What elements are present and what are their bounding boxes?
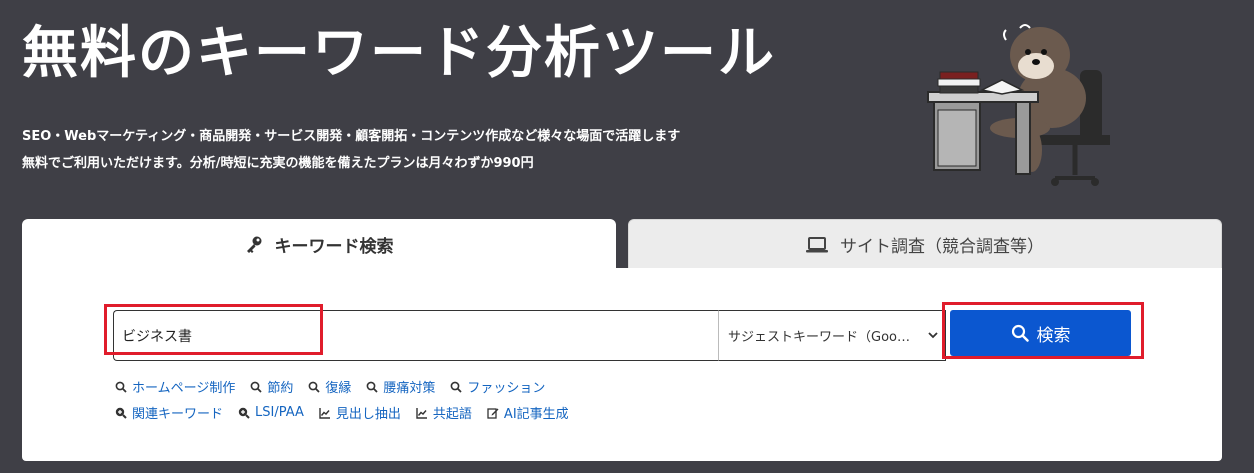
quick-link-saving[interactable]: 節約 xyxy=(250,377,293,396)
search-icon xyxy=(115,381,127,393)
quick-link-back-pain[interactable]: 腰痛対策 xyxy=(366,377,435,396)
tools-row: 関連キーワード LSI/PAA 見出し抽出 共起語 AI記事生成 xyxy=(115,403,584,422)
search-panel xyxy=(22,268,1222,461)
quick-link-label: 復縁 xyxy=(325,381,352,396)
quick-links-row: ホームページ制作 節約 復縁 腰痛対策 ファッション xyxy=(115,377,560,396)
quick-link-label: ファッション xyxy=(467,381,546,396)
quick-link-homepage[interactable]: ホームページ制作 xyxy=(115,377,235,396)
edit-icon xyxy=(487,407,499,419)
search-plus-icon xyxy=(115,407,127,419)
otter-mascot-illustration xyxy=(927,24,1110,186)
search-input[interactable] xyxy=(113,310,719,361)
search-icon xyxy=(1011,324,1029,342)
tab-keyword-search[interactable]: キーワード検索 xyxy=(22,219,616,269)
tool-headings-extract[interactable]: 見出し抽出 xyxy=(319,403,401,422)
key-icon xyxy=(246,236,261,253)
search-icon xyxy=(308,381,321,393)
tool-related-keywords[interactable]: 関連キーワード xyxy=(115,403,223,422)
search-mode-selected: サジェストキーワード（Google） xyxy=(728,330,918,345)
tab-keyword-search-label: キーワード検索 xyxy=(274,236,394,257)
search-button-label: 検索 xyxy=(1036,325,1071,345)
description-line-2: 無料でご利用いただけます。分析/時短に充実の機能を備えたプランは月々わずか990… xyxy=(22,156,534,171)
quick-link-label: 腰痛対策 xyxy=(383,381,436,396)
quick-link-label: 節約 xyxy=(267,381,294,396)
tab-site-survey[interactable]: サイト調査（競合調査等） xyxy=(628,219,1222,269)
quick-link-label: ホームページ制作 xyxy=(132,381,236,396)
page-title: 無料のキーワード分析ツール xyxy=(22,21,776,86)
tool-label: 共起語 xyxy=(432,407,472,422)
search-mode-select[interactable]: サジェストキーワード（Google） xyxy=(718,310,946,361)
tool-lsi-paa[interactable]: LSI/PAA xyxy=(238,403,304,422)
tool-label: LSI/PAA xyxy=(255,405,304,420)
quick-link-fashion[interactable]: ファッション xyxy=(450,377,545,396)
search-icon xyxy=(250,381,262,393)
tool-label: 関連キーワード xyxy=(132,407,224,422)
tool-cooccurrence[interactable]: 共起語 xyxy=(416,403,472,422)
search-plus-icon xyxy=(238,407,250,419)
quick-link-reunion[interactable]: 復縁 xyxy=(308,377,351,396)
chart-line-icon xyxy=(319,407,330,419)
tab-site-survey-label: サイト調査（競合調査等） xyxy=(840,237,1044,257)
tool-label: AI記事生成 xyxy=(503,407,569,422)
chart-line-icon xyxy=(416,407,427,419)
description-line-1: SEO・Webマーケティング・商品開発・サービス開発・顧客開拓・コンテンツ作成な… xyxy=(22,129,681,144)
search-icon xyxy=(451,381,463,393)
laptop-icon xyxy=(806,236,828,252)
chevron-down-icon xyxy=(928,332,938,339)
tool-ai-article[interactable]: AI記事生成 xyxy=(487,403,569,422)
search-button[interactable]: 検索 xyxy=(950,310,1131,356)
search-icon xyxy=(366,381,379,393)
tool-label: 見出し抽出 xyxy=(335,407,401,422)
